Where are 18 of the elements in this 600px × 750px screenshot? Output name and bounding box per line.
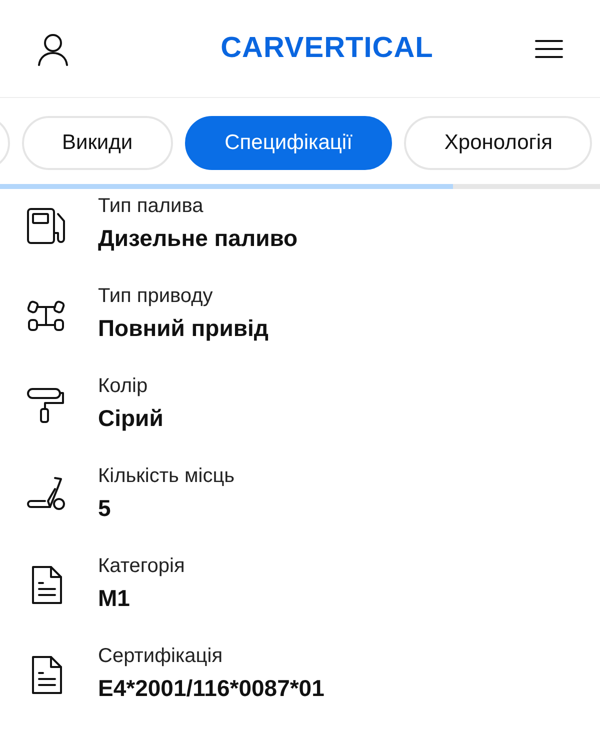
spec-value: E4*2001/116*0087*01: [98, 674, 324, 703]
spec-label: Сертифікація: [98, 644, 224, 669]
spec-value: Дизельне паливо: [98, 224, 298, 253]
tab[interactable]: Викиди: [22, 116, 173, 170]
spec-value: Повний привід: [98, 314, 268, 343]
spec-label: Колір: [98, 374, 149, 399]
spec-value: Сірий: [98, 404, 164, 433]
spec-value: 5: [98, 494, 112, 523]
spec-label: Тип палива: [98, 194, 204, 219]
user-icon[interactable]: [36, 32, 70, 66]
spec-label: Категорія: [98, 554, 185, 579]
spec-label: Кількість місць: [98, 464, 235, 489]
tab[interactable]: Специфікації: [184, 116, 392, 170]
menu-icon[interactable]: [534, 38, 564, 60]
logo[interactable]: CARVERTICAL: [220, 26, 434, 70]
tab[interactable]: Хронологія: [404, 116, 592, 170]
spec-label: Тип приводу: [98, 284, 214, 309]
spec-value: M1: [98, 584, 131, 613]
